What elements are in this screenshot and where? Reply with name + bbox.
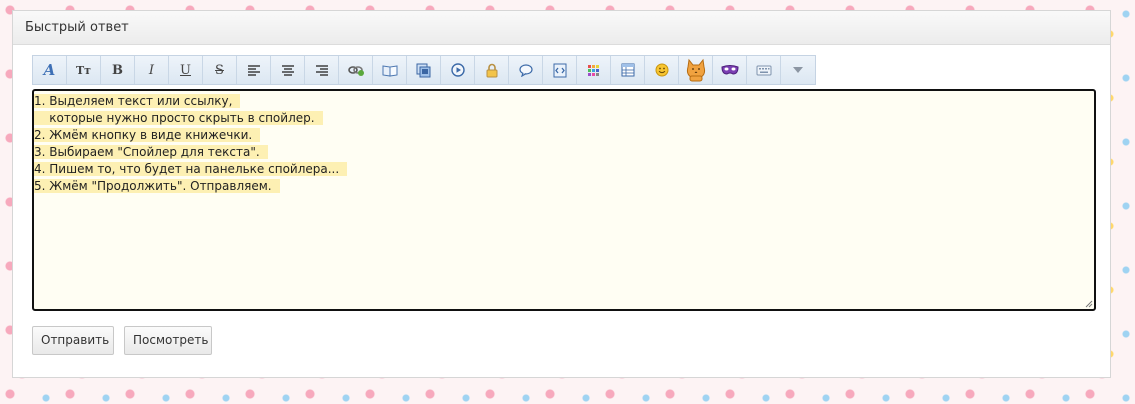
smiley-icon: [655, 63, 668, 77]
editor-line: 1. Выделяем текст или ссылку,: [34, 93, 1094, 110]
preview-button[interactable]: Посмотреть: [124, 326, 212, 355]
font-size-tt-icon: Tт: [75, 63, 91, 77]
triangle-down-icon: [793, 67, 803, 73]
align-right-icon: [315, 65, 328, 76]
table-icon: [621, 63, 634, 77]
image-button[interactable]: [407, 56, 441, 84]
link-icon: [347, 66, 364, 76]
mask-button[interactable]: [713, 56, 747, 84]
smiley-button[interactable]: [645, 56, 679, 84]
underline-button[interactable]: U: [169, 56, 203, 84]
italic-icon: I: [148, 62, 155, 78]
color-button[interactable]: [577, 56, 611, 84]
editor-toolbar: A Tт B I U S: [32, 55, 816, 85]
editor-content: 1. Выделяем текст или ссылку, которые ну…: [34, 93, 1094, 195]
more-button[interactable]: [781, 56, 815, 84]
code-icon: [553, 63, 566, 77]
editor-line: 4. Пишем то, что будет на панельке спойл…: [34, 161, 1094, 178]
play-icon: [450, 63, 465, 77]
image-icon: [416, 63, 431, 77]
panel-title: Быстрый ответ: [13, 11, 1110, 45]
font-style-button[interactable]: A: [33, 56, 67, 84]
bold-button[interactable]: B: [101, 56, 135, 84]
code-button[interactable]: [543, 56, 577, 84]
align-right-button[interactable]: [305, 56, 339, 84]
cat-icon: [686, 58, 705, 82]
editor-line: 3. Выбираем "Спойлер для текста".: [34, 144, 1094, 161]
editor-line: 5. Жмём "Продолжить". Отправляем.: [34, 178, 1094, 195]
underline-icon: U: [180, 62, 191, 78]
lock-icon: [486, 63, 497, 77]
strikethrough-icon: S: [215, 62, 224, 78]
align-center-button[interactable]: [271, 56, 305, 84]
keyboard-button[interactable]: [747, 56, 781, 84]
align-left-icon: [247, 65, 260, 76]
submit-button[interactable]: Отправить: [32, 326, 114, 355]
bold-icon: B: [112, 62, 123, 78]
strikethrough-button[interactable]: S: [203, 56, 237, 84]
quick-reply-panel: Быстрый ответ A Tт B I U S 1. Выделяем т…: [12, 10, 1111, 378]
quote-button[interactable]: [509, 56, 543, 84]
hide-button[interactable]: [475, 56, 509, 84]
editor-line: которые нужно просто скрыть в спойлер.: [34, 110, 1094, 127]
keyboard-icon: [756, 65, 771, 75]
link-button[interactable]: [339, 56, 373, 84]
spoiler-book-button[interactable]: [373, 56, 407, 84]
book-icon: [382, 64, 397, 77]
message-textarea[interactable]: 1. Выделяем текст или ссылку, которые ну…: [32, 89, 1096, 311]
editor-line: 2. Жмём кнопку в виде книжечки.: [34, 127, 1094, 144]
italic-button[interactable]: I: [135, 56, 169, 84]
cat-smiley-button[interactable]: [679, 56, 713, 84]
font-size-button[interactable]: Tт: [67, 56, 101, 84]
resize-handle-icon[interactable]: [1085, 300, 1093, 308]
mask-icon: [720, 65, 739, 75]
align-center-icon: [281, 65, 294, 76]
font-a-icon: A: [43, 61, 56, 79]
video-button[interactable]: [441, 56, 475, 84]
align-left-button[interactable]: [237, 56, 271, 84]
color-palette-icon: [588, 64, 599, 76]
table-button[interactable]: [611, 56, 645, 84]
speech-bubble-icon: [518, 63, 533, 77]
